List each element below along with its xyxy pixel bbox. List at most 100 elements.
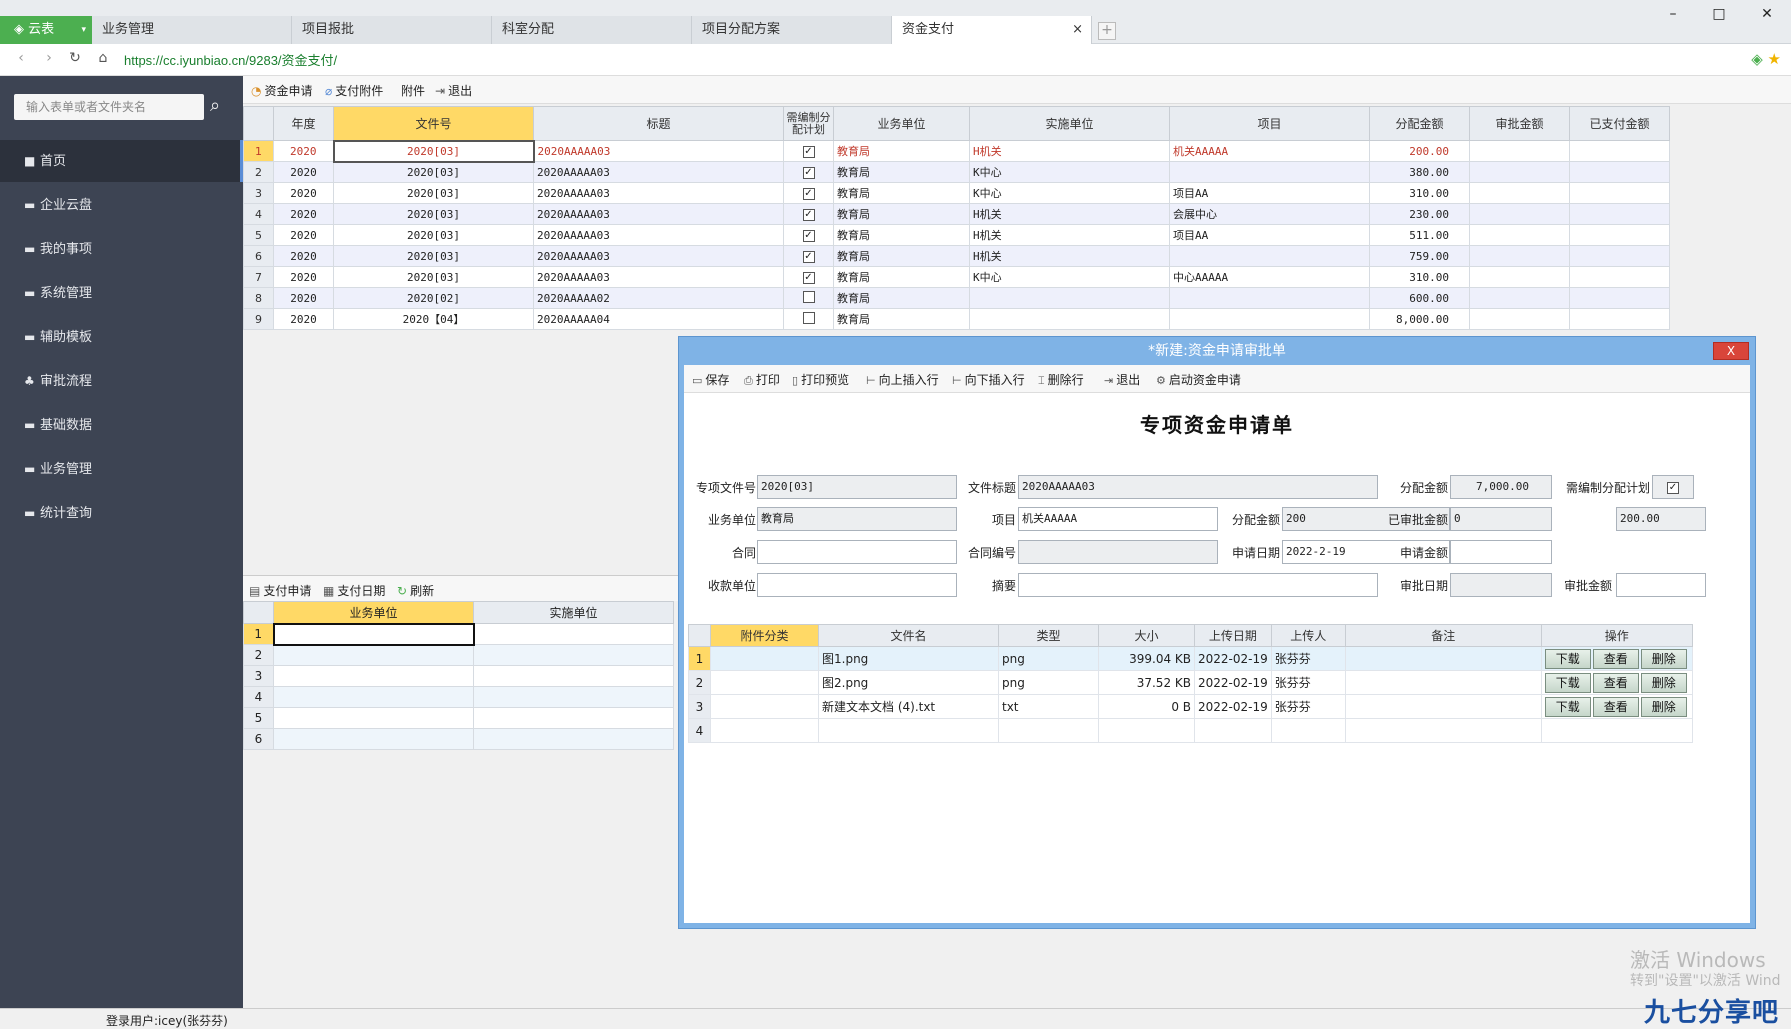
dialog-exit-button[interactable]: ⇥ 退出 <box>1104 371 1140 388</box>
cell-unit[interactable]: 教育局 <box>833 245 970 267</box>
minimize-button[interactable]: – <box>1663 6 1683 26</box>
cell-alloc-amount[interactable]: 8,000.00 <box>1369 308 1470 330</box>
cell-remark[interactable] <box>1344 646 1542 671</box>
maximize-button[interactable]: □ <box>1709 6 1729 26</box>
checkbox-unchecked-icon[interactable] <box>802 290 815 303</box>
column-header[interactable]: 年度 <box>273 106 334 141</box>
column-header[interactable]: 大小 <box>1098 624 1195 647</box>
cell-size[interactable]: 37.52 KB <box>1098 670 1195 695</box>
column-header[interactable]: 标题 <box>533 106 784 141</box>
search-icon[interactable]: ⌕ <box>210 95 220 116</box>
empty-cell[interactable] <box>1270 718 1346 743</box>
checkbox-checked-icon[interactable]: ✓ <box>802 188 815 200</box>
column-header[interactable]: 类型 <box>998 624 1099 647</box>
cell-impl-unit[interactable] <box>473 728 674 750</box>
app-menu-button[interactable]: ◈ 云表 ▾ <box>0 16 92 44</box>
approved-amount-field[interactable]: 0 <box>1450 507 1552 531</box>
tab-dept-allocation[interactable]: 科室分配 <box>492 16 692 44</box>
cell-alloc-amount[interactable]: 759.00 <box>1369 245 1470 267</box>
table-row[interactable]: 6 <box>243 728 674 750</box>
pay-apply-button[interactable]: ▤ 支付申请 <box>249 582 311 599</box>
cell-approved-amount[interactable] <box>1469 308 1570 330</box>
attachment-row[interactable]: 4 <box>688 718 1693 743</box>
cell-need-plan[interactable]: ✓ <box>783 266 834 288</box>
sidebar-search-input[interactable]: 输入表单或者文件夹名 <box>14 94 204 120</box>
url-field[interactable]: https://cc.iyunbiao.cn/9283/资金支付/ <box>124 50 337 69</box>
balance-field[interactable]: 200.00 <box>1616 507 1706 531</box>
cell-impl-unit[interactable] <box>969 287 1170 309</box>
cell-unit[interactable]: 教育局 <box>833 140 970 162</box>
table-row[interactable]: 3 <box>243 665 674 687</box>
table-row[interactable]: 2 2020 2020[03] 2020AAAAA03 ✓ 教育局 K中心 380.00 <box>243 161 1670 183</box>
cell-approved-amount[interactable] <box>1469 266 1570 288</box>
column-header[interactable]: 需编制分配计划 <box>783 106 834 141</box>
contract-no-field[interactable] <box>1018 540 1218 564</box>
print-preview-button[interactable]: ▯ 打印预览 <box>792 371 849 388</box>
download-button[interactable]: 下载 <box>1544 648 1591 669</box>
save-button[interactable]: ▭ 保存 <box>692 371 729 388</box>
cell-year[interactable]: 2020 <box>273 140 334 162</box>
alloc-amount-field[interactable]: 7,000.00 <box>1450 475 1552 499</box>
refresh-button[interactable]: ↻ 刷新 <box>397 582 434 599</box>
checkbox-checked-icon[interactable]: ✓ <box>802 146 815 158</box>
column-header[interactable]: 附件分类 <box>710 624 819 647</box>
cell-alloc-amount[interactable]: 310.00 <box>1369 182 1470 204</box>
pay-date-button[interactable]: ▦ 支付日期 <box>323 582 385 599</box>
table-row[interactable]: 5 <box>243 707 674 729</box>
cell-impl-unit[interactable]: H机关 <box>969 140 1170 162</box>
sidebar-item-base-data[interactable]: ▬ 基础数据 <box>0 404 243 446</box>
attachment-row[interactable]: 2 图2.png png 37.52 KB 2022-02-19 张芬芬 下载 查看 删除 <box>688 670 1693 695</box>
cell-doc-no[interactable]: 2020[03] <box>333 224 534 246</box>
cell-paid-amount[interactable] <box>1569 245 1670 267</box>
cell-project[interactable] <box>1169 287 1370 309</box>
dialog-close-button[interactable]: X <box>1713 342 1749 360</box>
cell-need-plan[interactable]: ✓ <box>783 224 834 246</box>
cell-doc-no[interactable]: 2020[03] <box>333 245 534 267</box>
cell-year[interactable]: 2020 <box>273 161 334 183</box>
column-header[interactable]: 文件名 <box>818 624 999 647</box>
cell-title[interactable]: 2020AAAAA03 <box>533 245 784 267</box>
cell-impl-unit[interactable] <box>473 623 674 645</box>
cell-year[interactable]: 2020 <box>273 266 334 288</box>
cell-doc-no[interactable]: 2020[03] <box>333 161 534 183</box>
cell-unit[interactable]: 教育局 <box>833 224 970 246</box>
table-row[interactable]: 7 2020 2020[03] 2020AAAAA03 ✓ 教育局 K中心 中心AAAAA 31… <box>243 266 1670 288</box>
cell-approved-amount[interactable] <box>1469 140 1570 162</box>
table-row[interactable]: 9 2020 2020【04】 2020AAAAA04 教育局 8,000.00 <box>243 308 1670 330</box>
summary-field[interactable] <box>1018 573 1378 597</box>
checkbox-checked-icon[interactable]: ✓ <box>802 230 815 242</box>
column-header[interactable]: 上传日期 <box>1194 624 1272 647</box>
cell-unit[interactable] <box>273 665 474 687</box>
contract-field[interactable] <box>757 540 957 564</box>
cell-uploader[interactable]: 张芬芬 <box>1270 670 1346 695</box>
attachment-row[interactable]: 3 新建文本文档 (4).txt txt 0 B 2022-02-19 张芬芬 下载 查看 删除 <box>688 694 1693 719</box>
column-header[interactable]: 上传人 <box>1270 624 1346 647</box>
cell-approved-amount[interactable] <box>1469 182 1570 204</box>
cell-doc-no[interactable]: 2020[03] <box>332 139 535 163</box>
column-header[interactable]: 已支付金额 <box>1569 106 1670 141</box>
cell-year[interactable]: 2020 <box>273 182 334 204</box>
cell-size[interactable]: 0 B <box>1098 694 1195 719</box>
exit-button[interactable]: ⇥ 退出 <box>435 82 472 99</box>
table-row[interactable]: 5 2020 2020[03] 2020AAAAA03 ✓ 教育局 H机关 项目AA 511.0… <box>243 224 1670 246</box>
tab-project-approval[interactable]: 项目报批 <box>292 16 492 44</box>
cell-type[interactable]: txt <box>998 694 1099 719</box>
empty-cell[interactable] <box>1540 718 1693 743</box>
delete-row-button[interactable]: ⌶ 删除行 <box>1038 371 1084 388</box>
cell-title[interactable]: 2020AAAAA03 <box>533 266 784 288</box>
cell-need-plan[interactable]: ✓ <box>783 245 834 267</box>
table-row[interactable]: 8 2020 2020[02] 2020AAAAA02 教育局 600.00 <box>243 287 1670 309</box>
cell-type[interactable]: png <box>998 670 1099 695</box>
checkbox-unchecked-icon[interactable] <box>802 311 815 324</box>
forward-icon[interactable]: › <box>40 50 58 68</box>
table-row[interactable]: 1 2020 2020[03] 2020AAAAA03 ✓ 教育局 H机关 机关AAAAA 20… <box>243 139 1670 163</box>
cell-paid-amount[interactable] <box>1569 140 1670 162</box>
cell-impl-unit[interactable] <box>473 644 674 666</box>
extension-icon[interactable]: ◈ <box>1751 50 1763 68</box>
cell-impl-unit[interactable] <box>473 707 674 729</box>
reload-icon[interactable]: ↻ <box>66 50 84 68</box>
cell-need-plan[interactable]: ✓ <box>783 203 834 225</box>
cell-unit[interactable] <box>273 644 474 666</box>
insert-above-button[interactable]: ⊢ 向上插入行 <box>866 371 939 388</box>
cell-type[interactable]: png <box>998 646 1099 671</box>
